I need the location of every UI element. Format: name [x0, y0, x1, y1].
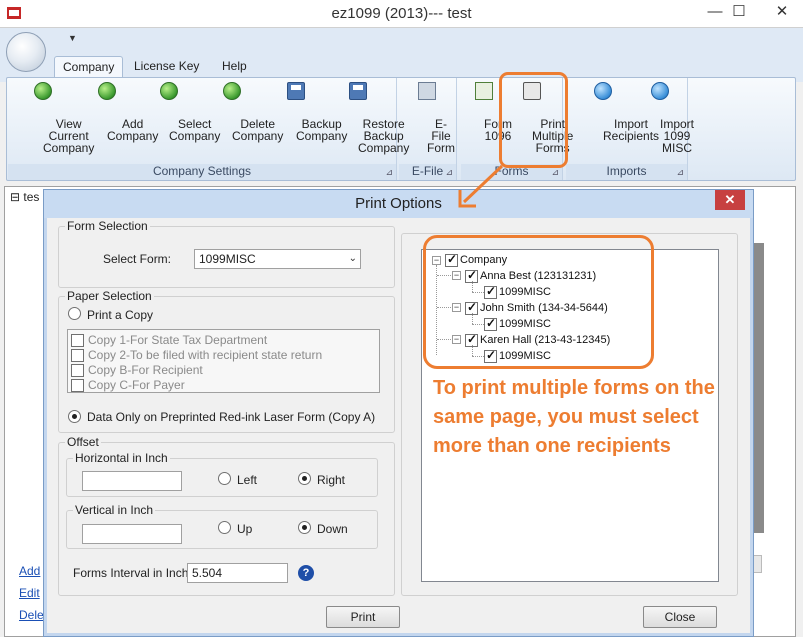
button-label: E-File Form [427, 117, 455, 155]
view-current-company-button[interactable]: View Current Company [16, 82, 94, 154]
bottom-links: Add Edit Dele [19, 560, 44, 626]
globe-add-icon [98, 82, 116, 100]
tab-company[interactable]: Company [54, 56, 124, 78]
tab-help[interactable]: Help [214, 56, 255, 78]
button-label: Add Company [107, 117, 159, 143]
title-bar: ez1099 (2013)--- test — ☐ ✕ [0, 0, 803, 28]
button-label: Restore Backup Company [358, 117, 410, 155]
delete-link[interactable]: Dele [19, 604, 44, 626]
form-1096-button[interactable]: Form 1096 [465, 82, 512, 142]
delete-company-button[interactable]: Delete Company [204, 82, 283, 142]
edit-link[interactable]: Edit [19, 582, 44, 604]
window-title: ez1099 (2013)--- test [331, 5, 472, 22]
horizontal-offset-input[interactable] [82, 471, 182, 491]
tab-license-key[interactable]: License Key [126, 56, 207, 78]
dialog-launcher-icon[interactable]: ⊿ [551, 167, 559, 178]
up-label: Up [237, 522, 253, 536]
print-a-copy-radio[interactable] [68, 307, 81, 320]
offset-legend: Offset [67, 435, 99, 449]
button-label: Delete Company [232, 117, 284, 143]
add-link[interactable]: Add [19, 560, 44, 582]
print-a-copy-label: Print a Copy [87, 308, 154, 322]
minimize-button[interactable]: — [704, 2, 726, 22]
efile-icon [418, 82, 436, 100]
forms-interval-label: Forms Interval in Inch: [73, 566, 192, 580]
copy-checkbox[interactable] [71, 334, 84, 347]
globe-icon [34, 82, 52, 100]
copy-checkbox[interactable] [71, 379, 84, 392]
group-label-company-settings: Company Settings [8, 164, 396, 180]
data-only-radio[interactable] [68, 410, 81, 423]
tree-highlight-box [423, 235, 654, 369]
right-radio[interactable] [298, 472, 311, 485]
restore-button[interactable]: ☐ [728, 2, 750, 22]
quick-access-dropdown-icon[interactable]: ▼ [68, 33, 77, 43]
add-company-button[interactable]: Add Company [80, 82, 158, 142]
dialog-launcher-icon[interactable]: ⊿ [676, 167, 684, 178]
right-label: Right [317, 473, 346, 487]
vertical-legend: Vertical in Inch [75, 503, 154, 517]
paper-selection-legend: Paper Selection [67, 289, 152, 303]
backup-company-button[interactable]: Backup Company [268, 82, 347, 142]
copy-checkbox[interactable] [71, 364, 84, 377]
window-close-button[interactable]: ✕ [771, 2, 793, 22]
data-only-label: Data Only on Preprinted Red-ink Laser Fo… [87, 410, 376, 424]
button-label: Select Company [169, 117, 221, 143]
select-form-dropdown[interactable]: 1099MISC ⌄ [194, 249, 361, 269]
annotation-arrow [458, 164, 504, 208]
efile-form-button[interactable]: E-File Form [402, 82, 455, 154]
dialog-close-icon[interactable]: ✕ [715, 190, 745, 210]
close-button[interactable]: Close [643, 606, 717, 628]
floppy-disk-icon [287, 82, 305, 100]
form-document-icon [475, 82, 493, 100]
import-1099-misc-button[interactable]: Import 1099 MISC [638, 82, 694, 154]
copy-label: Copy 1-For State Tax Department [88, 333, 268, 347]
up-radio[interactable] [218, 521, 231, 534]
copy-checkbox[interactable] [71, 349, 84, 362]
company-tree-background: ⊟ tes [10, 190, 40, 204]
select-form-value: 1099MISC [199, 252, 256, 266]
button-label: Backup Company [296, 117, 348, 143]
button-label: View Current Company [43, 117, 95, 155]
print-button-highlight [499, 72, 568, 168]
form-selection-legend: Form Selection [67, 219, 148, 233]
globe-delete-icon [223, 82, 241, 100]
left-label: Left [237, 473, 258, 487]
down-radio[interactable] [298, 521, 311, 534]
ribbon-tabs: Company License Key Help [0, 54, 803, 78]
import-arrow-icon [594, 82, 612, 100]
globe-select-icon [160, 82, 178, 100]
horizontal-legend: Horizontal in Inch [75, 451, 168, 465]
copy-label: Copy 2-To be filed with recipient state … [88, 348, 323, 362]
import-arrow-icon [651, 82, 669, 100]
annotation-text: To print multiple forms on the same page… [433, 377, 715, 457]
forms-interval-input[interactable]: 5.504 [187, 563, 288, 583]
left-radio[interactable] [218, 472, 231, 485]
select-form-label: Select Form: [103, 252, 172, 266]
copy-checkbox-list: Copy 1-For State Tax Department Copy 2-T… [67, 329, 380, 393]
down-label: Down [317, 522, 348, 536]
button-label: Import 1099 MISC [660, 117, 695, 155]
select-company-button[interactable]: Select Company [142, 82, 220, 142]
print-button[interactable]: Print [326, 606, 400, 628]
restore-backup-company-button[interactable]: Restore Backup Company [330, 82, 409, 154]
copy-label: Copy C-For Payer [88, 378, 185, 392]
dialog-title: Print Options [44, 190, 753, 218]
floppy-disk-restore-icon [349, 82, 367, 100]
group-label-imports: Imports [566, 164, 687, 180]
button-label: Import Recipients [603, 117, 660, 143]
vertical-offset-input[interactable] [82, 524, 182, 544]
copy-label: Copy B-For Recipient [88, 363, 203, 377]
import-recipients-button[interactable]: Import Recipients [574, 82, 659, 142]
help-icon[interactable]: ? [298, 565, 314, 581]
chevron-down-icon: ⌄ [348, 253, 357, 264]
dialog-launcher-icon[interactable]: ⊿ [385, 167, 393, 178]
